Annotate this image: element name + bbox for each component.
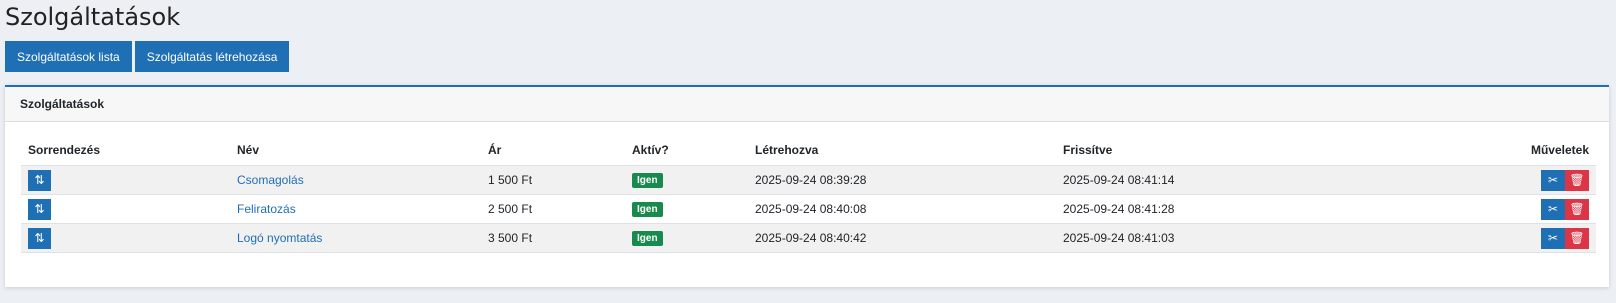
updated-cell: 2025-09-24 08:41:14 [1056, 165, 1400, 195]
header-updated: Frissítve [1056, 134, 1400, 166]
table-row: ⇅ Logó nyomtatás 3 500 Ft Igen 2025-09-2… [21, 223, 1596, 253]
services-table: Sorrendezés Név Ár Aktív? Létrehozva Fri… [21, 134, 1596, 253]
services-list-button[interactable]: Szolgáltatások lista [5, 41, 132, 72]
create-service-button[interactable]: Szolgáltatás létrehozása [134, 41, 290, 72]
sort-arrows-icon[interactable]: ⇅ [28, 169, 51, 191]
sort-arrows-icon[interactable]: ⇅ [28, 198, 51, 220]
scissors-icon[interactable]: ✂ [1541, 198, 1565, 220]
updated-cell: 2025-09-24 08:41:03 [1056, 223, 1400, 253]
trash-icon[interactable]: 🗑 [1565, 169, 1589, 191]
scissors-icon[interactable]: ✂ [1541, 227, 1565, 249]
toolbar: Szolgáltatások lista Szolgáltatás létreh… [5, 41, 290, 72]
header-active: Aktív? [625, 134, 748, 166]
active-badge: Igen [632, 202, 663, 217]
header-sort: Sorrendezés [21, 134, 230, 166]
services-card: Szolgáltatások Sorrendezés Név Ár Aktív?… [5, 85, 1609, 287]
price-cell: 1 500 Ft [481, 165, 625, 195]
service-name-link[interactable]: Feliratozás [237, 202, 296, 216]
sort-arrows-icon[interactable]: ⇅ [28, 227, 51, 249]
trash-icon[interactable]: 🗑 [1565, 198, 1589, 220]
header-ops: Műveletek [1399, 134, 1596, 166]
created-cell: 2025-09-24 08:40:42 [748, 223, 1056, 253]
price-cell: 3 500 Ft [481, 223, 625, 253]
card-title: Szolgáltatások [5, 87, 1609, 122]
header-name: Név [230, 134, 481, 166]
price-cell: 2 500 Ft [481, 194, 625, 224]
service-name-link[interactable]: Logó nyomtatás [237, 231, 322, 245]
service-name-link[interactable]: Csomagolás [237, 173, 304, 187]
created-cell: 2025-09-24 08:39:28 [748, 165, 1056, 195]
table-row: ⇅ Feliratozás 2 500 Ft Igen 2025-09-24 0… [21, 194, 1596, 224]
page-title: Szolgáltatások [5, 3, 181, 31]
table-header-row: Sorrendezés Név Ár Aktív? Létrehozva Fri… [21, 134, 1596, 166]
updated-cell: 2025-09-24 08:41:28 [1056, 194, 1400, 224]
created-cell: 2025-09-24 08:40:08 [748, 194, 1056, 224]
scissors-icon[interactable]: ✂ [1541, 169, 1565, 191]
trash-icon[interactable]: 🗑 [1565, 227, 1589, 249]
active-badge: Igen [632, 231, 663, 246]
header-price: Ár [481, 134, 625, 166]
page: Szolgáltatások Szolgáltatások lista Szol… [0, 0, 1616, 303]
table-row: ⇅ Csomagolás 1 500 Ft Igen 2025-09-24 08… [21, 165, 1596, 195]
header-created: Létrehozva [748, 134, 1056, 166]
active-badge: Igen [632, 173, 663, 188]
